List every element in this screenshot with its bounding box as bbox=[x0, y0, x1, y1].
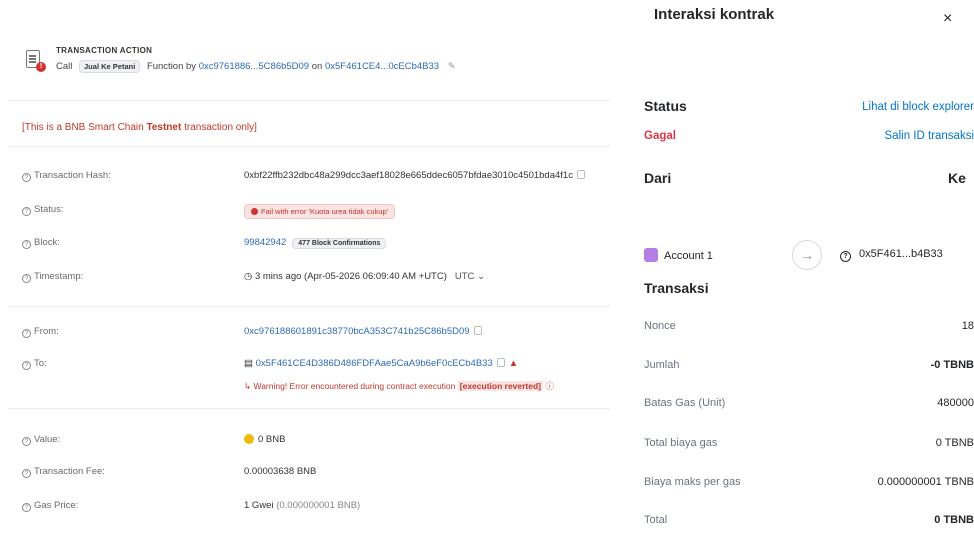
tx-fee-value: 0.00003638 BNB bbox=[244, 466, 317, 477]
pencil-icon[interactable]: ✎ bbox=[448, 61, 456, 72]
help-icon: ? bbox=[22, 361, 31, 370]
gas-price-label: ? Gas Price: bbox=[22, 500, 78, 512]
copy-tx-id-link[interactable]: Salin ID transaksi bbox=[885, 130, 974, 142]
max-fee-per-gas-value: 0.000000001 TBNB bbox=[877, 476, 974, 488]
to-address[interactable]: ? 0x5F461...b4B33 bbox=[840, 248, 943, 262]
help-icon: ? bbox=[22, 173, 31, 182]
block-explorer-link[interactable]: Lihat di block explorer bbox=[862, 101, 974, 113]
transaction-action-line: Call Jual Ke Petani Function by 0xc97618… bbox=[56, 60, 456, 73]
arrow-right-icon: → bbox=[792, 240, 822, 270]
timezone-dropdown[interactable]: UTC ⌄ bbox=[455, 271, 485, 282]
transaction-action-title: TRANSACTION ACTION bbox=[56, 46, 153, 55]
help-icon: ? bbox=[22, 240, 31, 249]
help-icon: ? bbox=[22, 274, 31, 283]
tx-hash-value: 0xbf22ffb232dbc48a299dcc3aef18028e665dde… bbox=[244, 170, 585, 181]
to-label: ? To: bbox=[22, 358, 47, 370]
bscscan-panel: ! TRANSACTION ACTION Call Jual Ke Petani… bbox=[0, 0, 620, 538]
testnet-prefix: [This is a BNB Smart Chain bbox=[22, 122, 147, 133]
confirmations-badge: 477 Block Confirmations bbox=[292, 238, 387, 249]
amount-value: -0 TBNB bbox=[930, 359, 974, 371]
gas-limit-label: Batas Gas (Unit) bbox=[644, 397, 726, 409]
copy-icon[interactable] bbox=[576, 170, 585, 179]
timestamp-label: ? Timestamp: bbox=[22, 271, 83, 283]
help-icon: ? bbox=[22, 329, 31, 338]
dialog-title: Interaksi kontrak bbox=[654, 6, 775, 23]
gas-limit-value: 480000 bbox=[937, 397, 974, 409]
from-label: ? From: bbox=[22, 326, 59, 338]
max-fee-per-gas-label: Biaya maks per gas bbox=[644, 476, 741, 488]
execution-reverted-tag: [execution reverted] bbox=[457, 381, 544, 391]
to-heading: Ke bbox=[948, 170, 966, 186]
status-heading: Status bbox=[644, 98, 687, 114]
testnet-suffix: transaction only] bbox=[181, 122, 257, 133]
from-address-link[interactable]: 0xc9761886...5C86b5D09 bbox=[199, 61, 309, 72]
warning-icon: ▲ bbox=[508, 358, 519, 369]
value-amount: 0 BNB bbox=[258, 434, 286, 445]
help-icon: ? bbox=[22, 207, 31, 216]
status-label: ? Status: bbox=[22, 204, 64, 216]
transaction-action: ! TRANSACTION ACTION Call Jual Ke Petani… bbox=[22, 38, 602, 88]
divider bbox=[8, 408, 610, 409]
execution-warning: ↳ Warning! Error encountered during cont… bbox=[244, 381, 554, 391]
copy-icon[interactable] bbox=[473, 326, 482, 335]
to-address[interactable]: 0x5F461CE4D386D486FDFAae5CaA9b6eF0cECb4B… bbox=[256, 358, 493, 369]
gas-price-bnb: (0.000000001 BNB) bbox=[276, 500, 361, 511]
divider bbox=[8, 100, 610, 101]
status-fail-badge: Fail with error 'Kuota urea tidak cukup' bbox=[244, 204, 396, 219]
on-label: on bbox=[311, 61, 323, 72]
clock-icon: ◷ bbox=[244, 271, 255, 282]
testnet-bold: Testnet bbox=[146, 122, 182, 133]
amount-label: Jumlah bbox=[644, 359, 680, 371]
from-heading: Dari bbox=[644, 170, 672, 186]
bnb-coin-icon bbox=[244, 434, 254, 444]
contract-address-link[interactable]: 0x5F461CE4...0cECb4B33 bbox=[325, 61, 439, 72]
metamask-panel: Interaksi kontrak × Status Lihat di bloc… bbox=[630, 0, 974, 538]
total-label: Total bbox=[644, 514, 668, 526]
close-icon[interactable]: × bbox=[943, 10, 952, 28]
help-icon: ? bbox=[22, 437, 31, 446]
block-number-link[interactable]: 99842942 bbox=[244, 237, 286, 248]
value-label: ? Value: bbox=[22, 434, 60, 446]
from-account[interactable]: Account 1 bbox=[644, 248, 713, 262]
divider bbox=[8, 146, 610, 147]
chevron-down-icon: ⌄ bbox=[477, 271, 486, 282]
error-icon: ! bbox=[36, 62, 46, 72]
nonce-value: 18 bbox=[961, 320, 974, 332]
function-by-label: Function by bbox=[146, 61, 197, 72]
fail-icon bbox=[251, 208, 258, 215]
gas-price-value: 1 Gwei bbox=[244, 500, 274, 511]
total-gas-fee-label: Total biaya gas bbox=[644, 437, 718, 449]
divider bbox=[8, 306, 610, 307]
status-failed: Gagal bbox=[644, 130, 676, 142]
copy-icon[interactable] bbox=[496, 358, 505, 367]
block-label: ? Block: bbox=[22, 237, 60, 249]
transaction-heading: Transaksi bbox=[644, 280, 709, 296]
tx-fee-label: ? Transaction Fee: bbox=[22, 466, 105, 478]
help-icon: ? bbox=[22, 503, 31, 512]
testnet-notice: [This is a BNB Smart Chain Testnet trans… bbox=[22, 122, 257, 133]
help-icon: ? bbox=[22, 469, 31, 478]
total-value: 0 TBNB bbox=[934, 514, 974, 526]
tx-hash-label: ? Transaction Hash: bbox=[22, 170, 111, 182]
nonce-label: Nonce bbox=[644, 320, 676, 332]
from-address[interactable]: 0xc976188601891c38770bcA353C741b25C86b5D… bbox=[244, 326, 470, 337]
call-label: Call bbox=[56, 61, 73, 72]
contract-icon: ▤ bbox=[244, 358, 256, 369]
account-avatar bbox=[644, 248, 658, 262]
help-icon: ⓘ bbox=[545, 381, 554, 391]
total-gas-fee-value: 0 TBNB bbox=[935, 437, 974, 449]
question-icon: ? bbox=[840, 251, 851, 262]
timestamp-value: 3 mins ago (Apr-05-2026 06:09:40 AM +UTC… bbox=[254, 271, 447, 282]
method-tag: Jual Ke Petani bbox=[79, 60, 141, 73]
